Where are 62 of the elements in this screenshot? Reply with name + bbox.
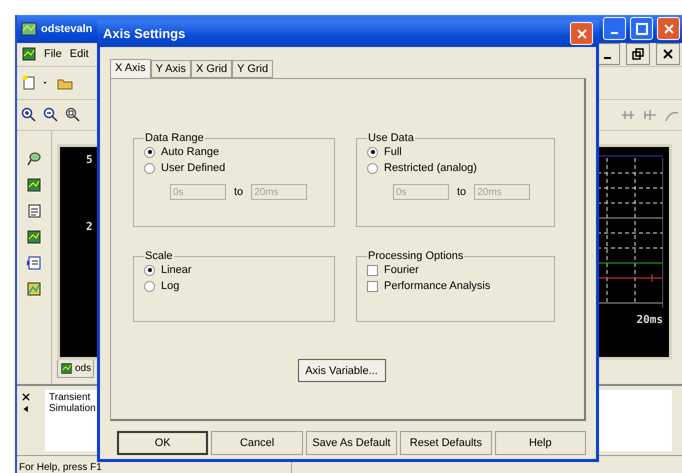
- axis-label: 2: [86, 220, 93, 233]
- checkbox[interactable]: [367, 264, 378, 276]
- radio-option[interactable]: Linear: [144, 264, 324, 276]
- chart-icon[interactable]: [26, 176, 42, 193]
- checkbox[interactable]: [367, 280, 378, 292]
- to-label: to: [234, 186, 244, 198]
- tab[interactable]: Y Grid: [232, 60, 274, 78]
- probe-icon[interactable]: [26, 150, 42, 167]
- zoom-fit-icon[interactable]: [65, 106, 81, 123]
- option-label: Performance Analysis: [384, 280, 490, 292]
- group-title: Use Data: [367, 132, 415, 144]
- caret-icon[interactable]: [21, 404, 31, 414]
- dialog-button[interactable]: Save As Default: [306, 431, 398, 455]
- tab[interactable]: X Axis: [110, 59, 151, 78]
- document-tab[interactable]: ods: [57, 360, 94, 378]
- axis-label: 20ms: [636, 312, 663, 326]
- group-title: Data Range: [144, 132, 205, 144]
- close-icon[interactable]: [21, 392, 31, 402]
- option-label: Full: [384, 146, 402, 158]
- output-line: Transient: [49, 392, 92, 404]
- dialog-button[interactable]: Cancel: [211, 431, 303, 455]
- list-icon[interactable]: [26, 202, 42, 219]
- document-icon[interactable]: [21, 46, 37, 62]
- chart-icon: [60, 362, 73, 376]
- checkbox-option[interactable]: Fourier: [367, 264, 544, 276]
- radio-button[interactable]: [144, 280, 155, 292]
- option-label: Restricted (analog): [384, 162, 477, 174]
- restore-icon[interactable]: [630, 46, 646, 62]
- tab[interactable]: X Grid: [190, 60, 232, 78]
- zoom-out-icon[interactable]: [43, 106, 59, 123]
- close-button[interactable]: [656, 43, 680, 66]
- restore-button[interactable]: [626, 43, 650, 66]
- list-icon[interactable]: [26, 254, 42, 271]
- output-line: Simulation: [49, 403, 97, 414]
- menu-item[interactable]: Edit: [68, 48, 90, 60]
- radio-option[interactable]: Log: [144, 280, 324, 292]
- group-title: Processing Options: [367, 250, 464, 262]
- new-file-icon[interactable]: [21, 75, 37, 92]
- dialog-button[interactable]: OK: [117, 431, 208, 455]
- zoom-in-icon[interactable]: [21, 106, 37, 123]
- to-label: to: [457, 186, 466, 198]
- checkbox-option[interactable]: Performance Analysis: [367, 280, 544, 292]
- dialog-title: Axis Settings: [103, 26, 186, 41]
- option-label: Log: [161, 280, 180, 292]
- maximize-icon[interactable]: [634, 20, 650, 37]
- group-title: Scale: [144, 250, 174, 262]
- tab[interactable]: Y Axis: [150, 60, 191, 78]
- chart-icon[interactable]: [26, 228, 42, 245]
- maximize-button[interactable]: [630, 17, 653, 40]
- dialog-button[interactable]: Help: [494, 431, 586, 455]
- app-icon[interactable]: [21, 20, 37, 37]
- menu-item[interactable]: File: [43, 48, 63, 60]
- axis-variable-button[interactable]: Axis Variable...: [298, 359, 386, 382]
- option-label: Auto Range: [161, 146, 220, 158]
- option-label: User Defined: [161, 162, 226, 174]
- option-label: Fourier: [384, 264, 419, 276]
- option-label: Linear: [161, 264, 192, 276]
- chart-icon[interactable]: [26, 280, 42, 297]
- dialog-button[interactable]: Reset Defaults: [400, 431, 492, 455]
- radio-button[interactable]: [144, 264, 155, 276]
- window-title: odstevaln: [41, 22, 92, 35]
- axis-label: 5: [86, 152, 93, 166]
